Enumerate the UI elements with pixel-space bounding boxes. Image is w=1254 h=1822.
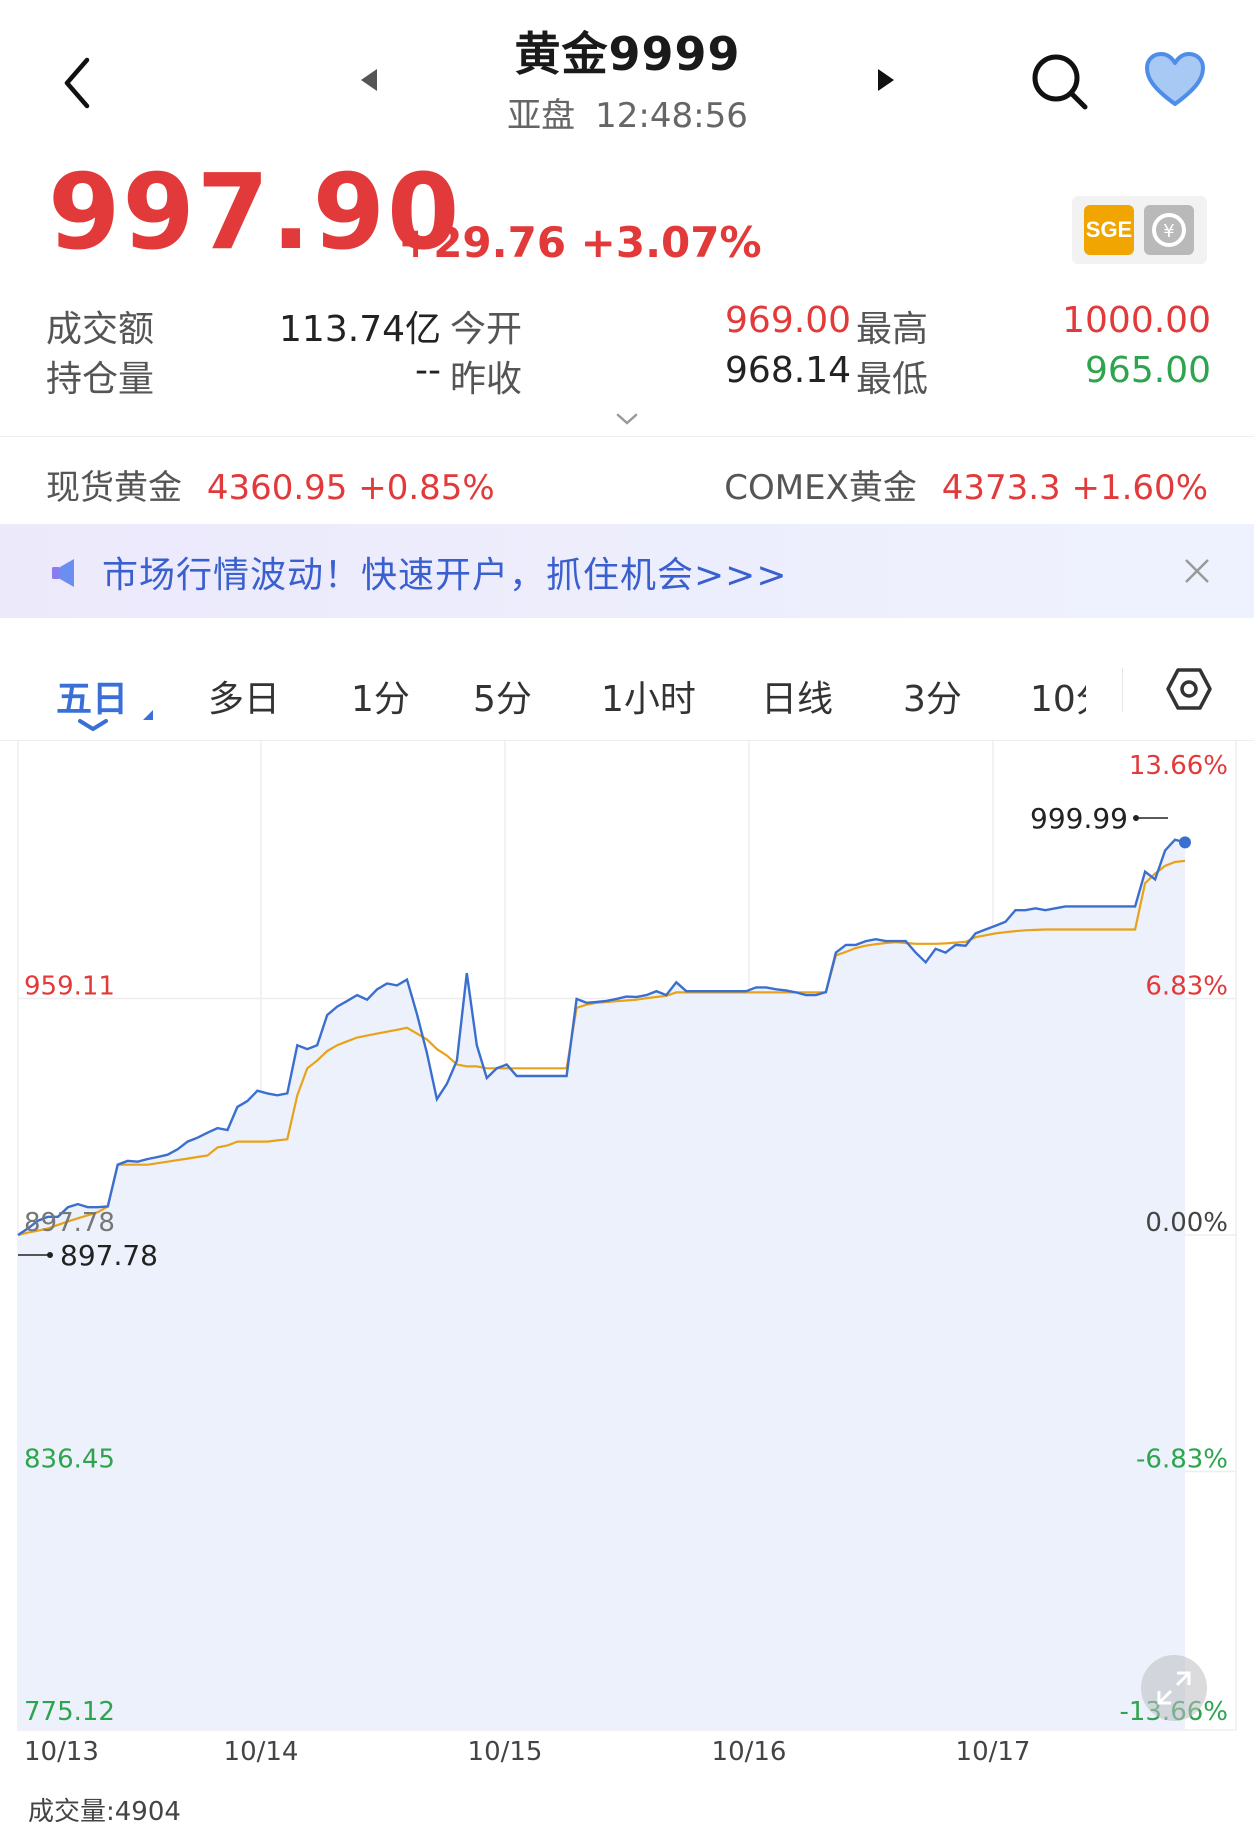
speaker-icon xyxy=(52,559,74,587)
tab-1hour[interactable]: 1小时 xyxy=(601,670,696,722)
chevron-down-icon xyxy=(78,719,108,731)
prev-close-value: 968.14 xyxy=(725,350,851,391)
y-axis-label-right: 13.66% xyxy=(1129,751,1228,781)
price-change: +29.76 +3.07% xyxy=(398,218,762,267)
triangle-left-icon xyxy=(361,69,377,91)
update-time: 12:48:56 xyxy=(595,96,748,136)
low-label: 最低 xyxy=(856,359,929,400)
price-chart-svg: 959.11 836.45 775.12 13.66% 6.83% 0.00% -6.83%… xyxy=(17,739,1237,1822)
y-axis-label-left: 775.12 xyxy=(24,1697,115,1727)
triangle-right-icon xyxy=(878,69,894,91)
expand-stats-button[interactable] xyxy=(612,408,642,430)
exchange-badges: SGE ¥ xyxy=(1072,196,1207,264)
y-axis-label-right: 6.83% xyxy=(1145,972,1228,1002)
search-icon xyxy=(1032,54,1088,110)
chevron-down-icon xyxy=(616,413,638,425)
yuan-coin-icon: ¥ xyxy=(1152,213,1186,247)
open-interest-value: -- xyxy=(415,350,441,391)
start-price-label: 897.78 xyxy=(60,1239,158,1272)
top-bar: 黄金9999 亚盘 12:48:56 xyxy=(0,0,1254,150)
open-interest-label: 持仓量 xyxy=(46,359,155,400)
x-axis-label: 10/13 xyxy=(24,1737,99,1767)
fullscreen-button[interactable] xyxy=(1141,1655,1207,1721)
open-value: 969.00 xyxy=(725,300,851,341)
turnover-value: 113.74亿 xyxy=(279,309,441,350)
intraday-chart[interactable]: 959.11 836.45 775.12 13.66% 6.83% 0.00% -6.83%… xyxy=(0,739,1254,1822)
sge-badge[interactable]: SGE xyxy=(1084,205,1134,255)
start-marker-dot xyxy=(47,1252,53,1258)
svg-text:¥: ¥ xyxy=(1163,221,1174,242)
y-axis-label-right: 0.00% xyxy=(1145,1208,1228,1238)
tab-5min[interactable]: 5分 xyxy=(473,670,532,722)
tab-five-day[interactable]: 五日 xyxy=(56,670,155,731)
comex-gold-value: 4373.3 xyxy=(941,468,1061,508)
price-area-fill xyxy=(18,839,1185,1730)
favorite-button[interactable] xyxy=(1143,50,1207,110)
x-axis-label: 10/14 xyxy=(224,1737,299,1767)
spot-gold-percent: +0.85% xyxy=(358,468,495,508)
high-value: 1000.00 xyxy=(1062,300,1211,341)
next-instrument-button[interactable] xyxy=(870,65,900,95)
search-button[interactable] xyxy=(1028,50,1092,114)
currency-badge[interactable]: ¥ xyxy=(1144,205,1194,255)
banner-text: 市场行情波动！快速开户，抓住机会>>> xyxy=(102,555,788,596)
x-axis-label: 10/16 xyxy=(712,1737,787,1767)
triangle-corner-icon xyxy=(142,710,153,720)
y-axis-label-left: 959.11 xyxy=(24,972,115,1002)
last-price-dot xyxy=(1179,836,1191,849)
tab-daily[interactable]: 日线 xyxy=(761,670,833,722)
y-axis-label-left: 836.45 xyxy=(24,1445,115,1475)
tab-10min[interactable]: 10分 xyxy=(1030,670,1086,722)
heart-icon xyxy=(1145,52,1205,106)
tab-multi-day[interactable]: 多日 xyxy=(208,670,280,722)
spot-gold-value: 4360.95 xyxy=(206,468,348,508)
reference-prices: 现货黄金 4360.95 +0.85% COMEX黄金 4373.3 +1.60… xyxy=(0,440,1254,520)
period-tabs: 五日 多日 1分 5分 1小时 日线 3分 10分 xyxy=(0,640,1254,740)
open-label: 今开 xyxy=(450,309,523,350)
page-title: 黄金9999 xyxy=(514,27,741,81)
high-label: 最高 xyxy=(856,309,929,350)
change-value: +29.76 xyxy=(398,218,567,267)
title-block: 黄金9999 亚盘 12:48:56 xyxy=(430,18,825,137)
session-label: 亚盘 xyxy=(507,96,576,136)
close-icon xyxy=(1185,559,1209,583)
y-axis-label-right: -6.83% xyxy=(1136,1445,1228,1475)
promo-banner[interactable]: 市场行情波动！快速开户，抓住机会>>> xyxy=(0,524,1254,618)
comex-gold-label: COMEX黄金 xyxy=(724,468,917,508)
chart-settings-button[interactable] xyxy=(1165,665,1213,713)
spot-gold[interactable]: 现货黄金 4360.95 +0.85% xyxy=(46,460,495,509)
spot-gold-label: 现货黄金 xyxy=(46,468,182,508)
low-value: 965.00 xyxy=(1085,350,1211,391)
comex-gold[interactable]: COMEX黄金 4373.3 +1.60% xyxy=(724,460,1208,509)
previous-instrument-button[interactable] xyxy=(355,65,385,95)
divider xyxy=(0,436,1254,437)
change-percent: +3.07% xyxy=(580,218,762,267)
back-button[interactable] xyxy=(55,48,105,118)
prev-close-label: 昨收 xyxy=(450,359,523,400)
y-axis-label-left: 897.78 xyxy=(24,1208,115,1238)
x-axis-label: 10/15 xyxy=(468,1737,543,1767)
tab-separator xyxy=(1122,668,1123,712)
comex-gold-percent: +1.60% xyxy=(1071,468,1209,508)
chevron-left-icon xyxy=(64,57,90,109)
x-axis-label: 10/17 xyxy=(956,1737,1031,1767)
settings-hexagon-icon xyxy=(1166,668,1212,710)
max-marker-dot xyxy=(1133,815,1139,821)
turnover-label: 成交额 xyxy=(46,309,155,350)
tab-label: 五日 xyxy=(56,679,129,720)
tab-1min[interactable]: 1分 xyxy=(351,670,410,722)
session-status: 亚盘 12:48:56 xyxy=(430,88,825,137)
volume-label: 成交量:4904 xyxy=(28,1797,181,1822)
tab-3min[interactable]: 3分 xyxy=(903,670,962,722)
banner-close-button[interactable] xyxy=(1180,554,1214,588)
max-price-label: 999.99 xyxy=(1030,802,1128,835)
expand-arrows-icon xyxy=(1157,1671,1191,1705)
